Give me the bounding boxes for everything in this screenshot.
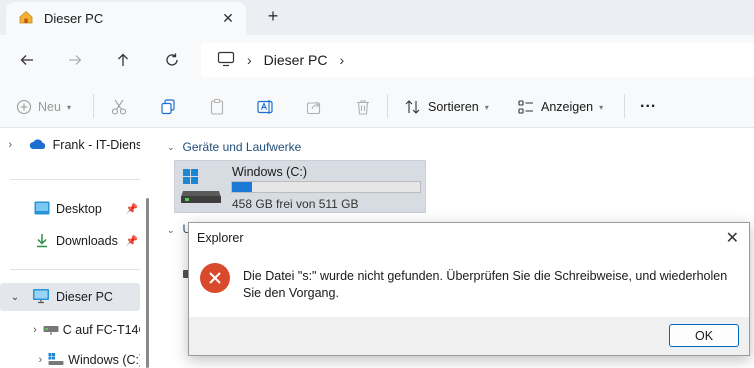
chevron-down-icon: ⌄ xyxy=(167,141,175,152)
dialog-close-icon[interactable]: ✕ xyxy=(726,228,739,248)
sidebar-item-label: Desktop xyxy=(56,202,102,216)
windows-drive-icon xyxy=(48,352,64,368)
share-button[interactable] xyxy=(305,95,323,119)
windows-drive-icon xyxy=(181,167,223,210)
chevron-down-icon: ▾ xyxy=(66,102,71,112)
paste-button[interactable] xyxy=(208,95,226,119)
navigation-pane: › Frank - IT-Dienst Desktop 📌 Downloads … xyxy=(0,128,150,368)
address-bar[interactable]: › Dieser PC › xyxy=(201,43,754,77)
pin-icon[interactable]: 📌 xyxy=(126,204,138,215)
sidebar-item-dieser-pc[interactable]: ⌄ Dieser PC xyxy=(0,283,140,311)
new-button[interactable]: Neu ▾ xyxy=(16,95,71,119)
up-button[interactable] xyxy=(112,49,134,71)
chevron-down-icon[interactable]: ⌄ xyxy=(0,292,30,303)
dialog-title: Explorer xyxy=(197,231,244,245)
download-arrow-icon xyxy=(34,232,50,251)
sort-button[interactable]: Sortieren ▾ xyxy=(404,95,489,119)
dialog-body: Die Datei "s:" wurde nicht gefunden. Übe… xyxy=(189,254,749,316)
dialog-message: Die Datei "s:" wurde nicht gefunden. Übe… xyxy=(243,269,728,300)
toolbar-divider xyxy=(93,94,94,118)
drive-usage-bar xyxy=(231,181,421,193)
sidebar-item-downloads[interactable]: Downloads 📌 xyxy=(0,227,140,255)
new-tab-button[interactable]: + xyxy=(264,6,282,27)
sidebar-item-onedrive[interactable]: › Frank - IT-Dienst xyxy=(0,131,140,159)
arrow-right-icon xyxy=(69,55,82,65)
breadcrumb-chevron-icon[interactable]: › xyxy=(339,52,344,68)
clipboard-icon xyxy=(210,98,224,115)
copy-icon xyxy=(161,99,175,115)
computer-icon xyxy=(217,51,235,70)
chevron-right-icon[interactable]: › xyxy=(0,354,48,366)
sidebar-item-label: Dieser PC xyxy=(56,290,113,304)
sidebar-scrollbar[interactable] xyxy=(146,198,149,368)
chevron-right-icon[interactable]: › xyxy=(0,139,21,151)
drive-name: Windows (C:) xyxy=(232,165,308,179)
refresh-icon xyxy=(166,53,178,66)
tab-dieser-pc[interactable]: Dieser PC ✕ xyxy=(6,2,246,35)
more-options-button[interactable]: ... xyxy=(640,91,656,115)
pin-icon[interactable]: 📌 xyxy=(126,236,138,247)
breadcrumb-item[interactable]: Dieser PC xyxy=(264,52,328,68)
arrow-left-icon xyxy=(20,55,33,65)
network-drive-icon xyxy=(43,323,59,338)
share-icon xyxy=(306,101,321,115)
error-icon xyxy=(200,263,230,293)
drive-usage-fill xyxy=(232,182,252,192)
sidebar-divider xyxy=(10,179,140,180)
computer-monitor-icon xyxy=(32,288,50,307)
drive-tile-windows-c[interactable]: Windows (C:) 458 GB frei von 511 GB xyxy=(174,160,426,213)
plus-circle-icon xyxy=(16,99,32,115)
arrow-up-icon xyxy=(118,53,128,66)
cut-button[interactable] xyxy=(110,95,128,119)
toolbar-divider xyxy=(387,94,388,118)
error-dialog: Explorer ✕ Die Datei "s:" wurde nicht ge… xyxy=(188,222,750,356)
back-button[interactable] xyxy=(16,49,38,71)
sidebar-item-windows-c[interactable]: › Windows (C:) xyxy=(0,346,140,368)
sidebar-item-network-drive[interactable]: › C auf FC-T14G3 xyxy=(0,316,140,344)
toolbar-divider xyxy=(624,94,625,118)
breadcrumb-chevron-icon[interactable]: › xyxy=(247,52,252,68)
section-title: Geräte und Laufwerke xyxy=(182,140,302,154)
sidebar-item-label: C auf FC-T14G3 xyxy=(62,323,140,337)
new-button-label: Neu xyxy=(38,100,61,114)
ok-button[interactable]: OK xyxy=(669,324,739,347)
delete-button[interactable] xyxy=(354,95,372,119)
chevron-down-icon: ▾ xyxy=(484,102,489,112)
sidebar-item-label: Frank - IT-Dienst xyxy=(52,138,140,152)
chevron-down-icon: ⌄ xyxy=(167,225,175,235)
tab-close-icon[interactable]: ✕ xyxy=(220,10,236,27)
copy-button[interactable] xyxy=(159,95,177,119)
view-button-label: Anzeigen xyxy=(541,100,594,114)
sidebar-item-label: Downloads xyxy=(56,234,118,248)
onedrive-cloud-icon xyxy=(29,138,47,153)
rename-button[interactable] xyxy=(256,95,274,119)
trash-icon xyxy=(357,100,369,115)
desktop-folder-icon xyxy=(34,201,50,218)
scissors-icon xyxy=(111,99,127,115)
dialog-footer: OK xyxy=(189,317,749,355)
tab-bar: Dieser PC ✕ + xyxy=(0,0,754,35)
tab-title: Dieser PC xyxy=(44,11,104,26)
view-button[interactable]: Anzeigen ▾ xyxy=(517,95,603,119)
chevron-right-icon[interactable]: › xyxy=(0,324,43,336)
section-devices-header[interactable]: ⌄ Geräte und Laufwerke xyxy=(167,140,301,154)
rename-icon xyxy=(257,100,273,114)
sidebar-item-desktop[interactable]: Desktop 📌 xyxy=(0,195,140,223)
view-list-icon xyxy=(518,100,533,114)
chevron-down-icon: ▾ xyxy=(599,102,604,112)
command-bar: Neu ▾ Sortieren ▾ Anzeigen ▾ ... xyxy=(0,85,754,128)
drive-free-space: 458 GB frei von 511 GB xyxy=(232,197,359,211)
sidebar-divider xyxy=(10,269,140,270)
home-icon xyxy=(18,9,34,28)
refresh-button[interactable] xyxy=(161,49,183,71)
navigation-bar: › Dieser PC › xyxy=(0,35,754,85)
sort-button-label: Sortieren xyxy=(428,100,479,114)
sort-arrows-icon xyxy=(405,100,420,114)
sidebar-item-label: Windows (C:) xyxy=(68,353,140,367)
forward-button[interactable] xyxy=(64,49,86,71)
